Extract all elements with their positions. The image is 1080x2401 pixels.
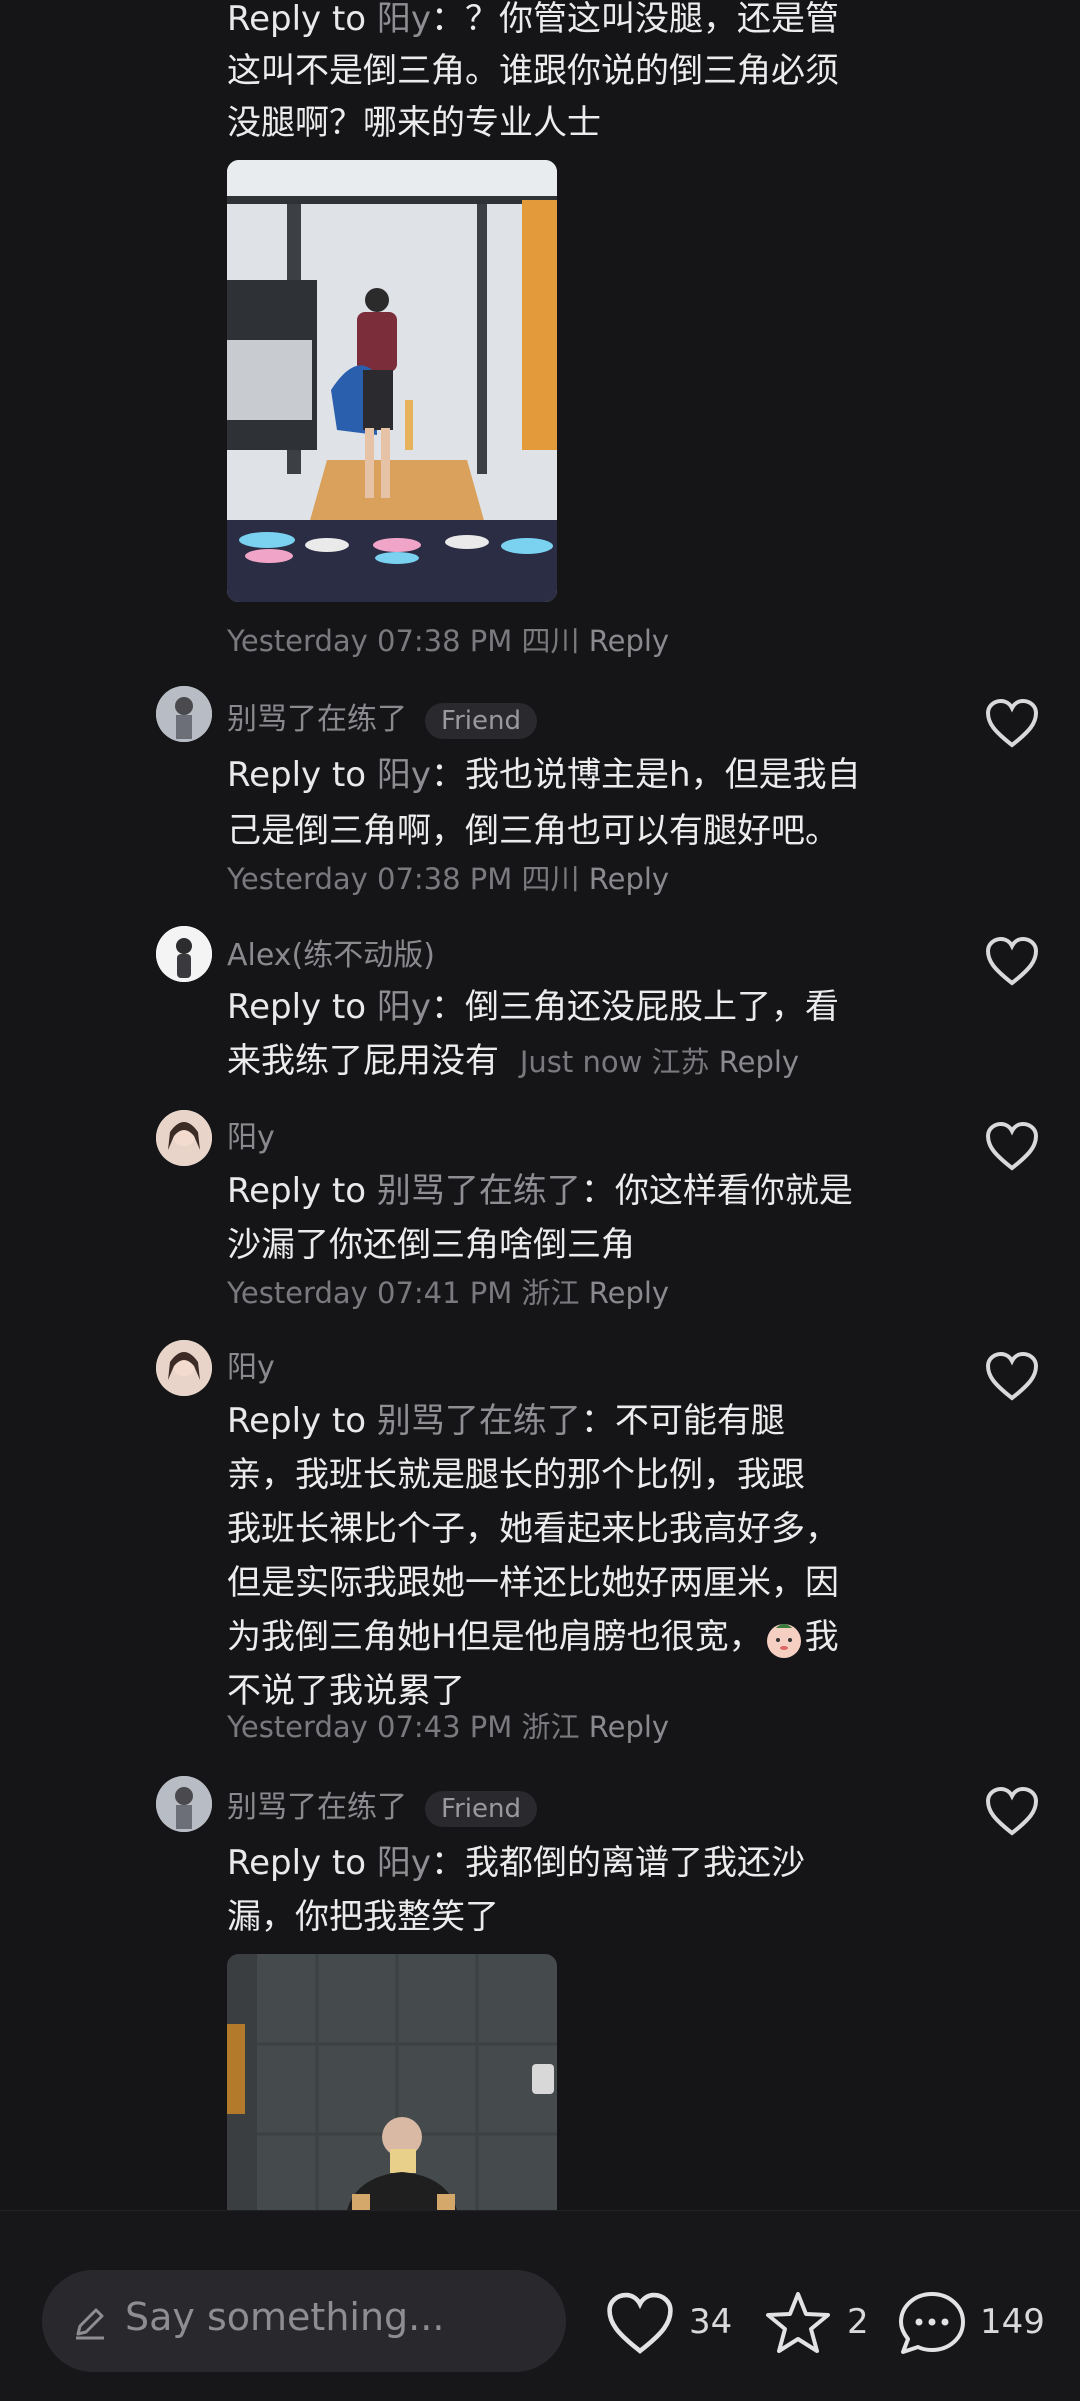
comment-photo-gym[interactable] [227,160,557,602]
comment-location: 浙江 [521,1276,580,1310]
friend-badge: Friend [425,702,537,739]
comment-text: Reply to 别骂了在练了：不可能有腿 [227,1401,785,1441]
comment-text: Reply to 别骂了在练了：你这样看你就是 [227,1171,853,1211]
username: 阳y [227,1350,275,1385]
comment-author[interactable]: Alex(练不动版) [227,930,435,974]
avatar[interactable] [156,686,212,742]
like-heart-icon[interactable] [984,1785,1040,1837]
comment-text-line: 亲，我班长就是腿长的那个比例，我跟 [227,1455,805,1495]
comment-text-line: 没腿啊？哪来的专业人士 [227,103,601,143]
comment-time: Yesterday 07:38 PM [227,624,513,658]
comment-location: 江苏 [651,1045,710,1079]
comment-text-line: ：你这样看你就是 [580,1171,853,1211]
comment-location: 浙江 [521,1710,580,1744]
reply-button[interactable]: Reply [589,1710,669,1744]
comment-text-line: 来我练了屁用没有 [227,1041,499,1081]
comment-author[interactable]: 别骂了在练了 Friend [227,1782,537,1827]
like-heart-icon[interactable] [984,935,1040,987]
reply-button[interactable]: Reply [589,1276,669,1310]
comment-text-line: 己是倒三角啊，倒三角也可以有腿好吧。 [227,811,839,851]
comment-time: Yesterday 07:41 PM [227,1276,513,1310]
comment-text-line: 我班长裸比个子，她看起来比我高好多， [227,1509,839,1549]
comment-time: Just now [519,1045,643,1079]
reply-button[interactable]: Reply [719,1045,799,1079]
comment-meta: Yesterday 07:38 PM 四川 Reply [227,618,669,660]
comment-meta: Yesterday 07:43 PM 浙江 Reply [227,1704,669,1746]
comment-text: Reply to 阳y：倒三角还没屁股上了，看 [227,987,840,1027]
like-count: 34 [689,2302,733,2342]
comment-author[interactable]: 阳y [227,1112,275,1156]
comment-text-line: 但是实际我跟她一样还比她好两厘米，因 [227,1563,839,1603]
reply-target-link[interactable]: 阳y [377,987,431,1027]
comment-text-line: 来我练了屁用没有 Just now 江苏 Reply [227,1034,799,1089]
comment-photo-locker[interactable] [227,1954,557,2210]
reply-button[interactable]: Reply [589,862,669,896]
comment-text: Reply to 阳y：？你管这叫没腿，还是管 [227,0,840,39]
username: 阳y [227,1120,275,1155]
username: 别骂了在练了 [227,1790,407,1825]
reply-target-link[interactable]: 别骂了在练了 [377,1171,581,1211]
comment-text-line: 我 [804,1617,839,1657]
comment-text-line: ：我都倒的离谱了我还沙 [431,1843,806,1883]
comment-input-placeholder: Say something... [125,2295,445,2339]
username: Alex(练不动版) [227,938,435,973]
avatar[interactable] [156,1110,212,1166]
like-heart-icon[interactable] [604,2290,676,2356]
reply-target-link[interactable]: 阳y [377,1843,431,1883]
comment-time: Yesterday 07:38 PM [227,862,513,896]
friend-badge: Friend [425,1790,537,1827]
like-heart-icon[interactable] [984,1350,1040,1402]
username: 别骂了在练了 [227,702,407,737]
gym-photo-image [227,160,557,602]
like-heart-icon[interactable] [984,697,1040,749]
comment-text: Reply to 阳y：我都倒的离谱了我还沙 [227,1843,806,1883]
reply-target-link[interactable]: 别骂了在练了 [377,1401,581,1441]
reply-target-link[interactable]: 阳y [377,755,431,795]
avatar[interactable] [156,1340,212,1396]
comment-time: Yesterday 07:43 PM [227,1710,513,1744]
comment-text-line: 这叫不是倒三角。谁跟你说的倒三角必须 [227,51,839,91]
avatar[interactable] [156,1776,212,1832]
star-count: 2 [847,2302,869,2342]
avatar[interactable] [156,926,212,982]
comment-meta: Just now 江苏 Reply [520,1045,799,1079]
avatar-image [156,686,212,742]
comment-text-line: ：不可能有腿 [580,1401,785,1441]
comment-meta: Yesterday 07:41 PM 浙江 Reply [227,1270,669,1312]
avatar-image [156,1776,212,1832]
comment-text-line: 为我倒三角她H但是他肩膀也很宽， 我 [227,1610,839,1664]
comment-location: 四川 [521,862,580,896]
avatar-image [156,1340,212,1396]
reply-target-link[interactable]: 阳y [377,0,431,39]
comment-text-line: ：我也说博主是h，但是我自 [431,755,861,795]
avatar-image [156,1110,212,1166]
comment-count: 149 [980,2302,1045,2342]
star-icon[interactable] [762,2288,834,2358]
comment-text-line: 为我倒三角她H但是他肩膀也很宽， [227,1617,763,1657]
locker-photo-image [227,1954,557,2210]
comment-author[interactable]: 别骂了在练了 Friend [227,694,537,739]
emoji-icon [763,1618,805,1660]
like-heart-icon[interactable] [984,1120,1040,1172]
comment-bubble-icon[interactable] [895,2288,969,2360]
pencil-icon [76,2308,104,2340]
comment-text-line: ：倒三角还没屁股上了，看 [431,987,840,1027]
comment-meta: Yesterday 07:38 PM 四川 Reply [227,856,669,898]
comment-text-line: 漏，你把我整笑了 [227,1897,499,1937]
comment-text-line: 沙漏了你还倒三角啥倒三角 [227,1225,635,1265]
avatar-image [156,926,212,982]
comment-text-line: ：？你管这叫没腿，还是管 [431,0,840,39]
comment-text: Reply to 阳y：我也说博主是h，但是我自 [227,755,861,795]
comment-location: 四川 [521,624,580,658]
comment-author[interactable]: 阳y [227,1342,275,1386]
reply-button[interactable]: Reply [589,624,669,658]
